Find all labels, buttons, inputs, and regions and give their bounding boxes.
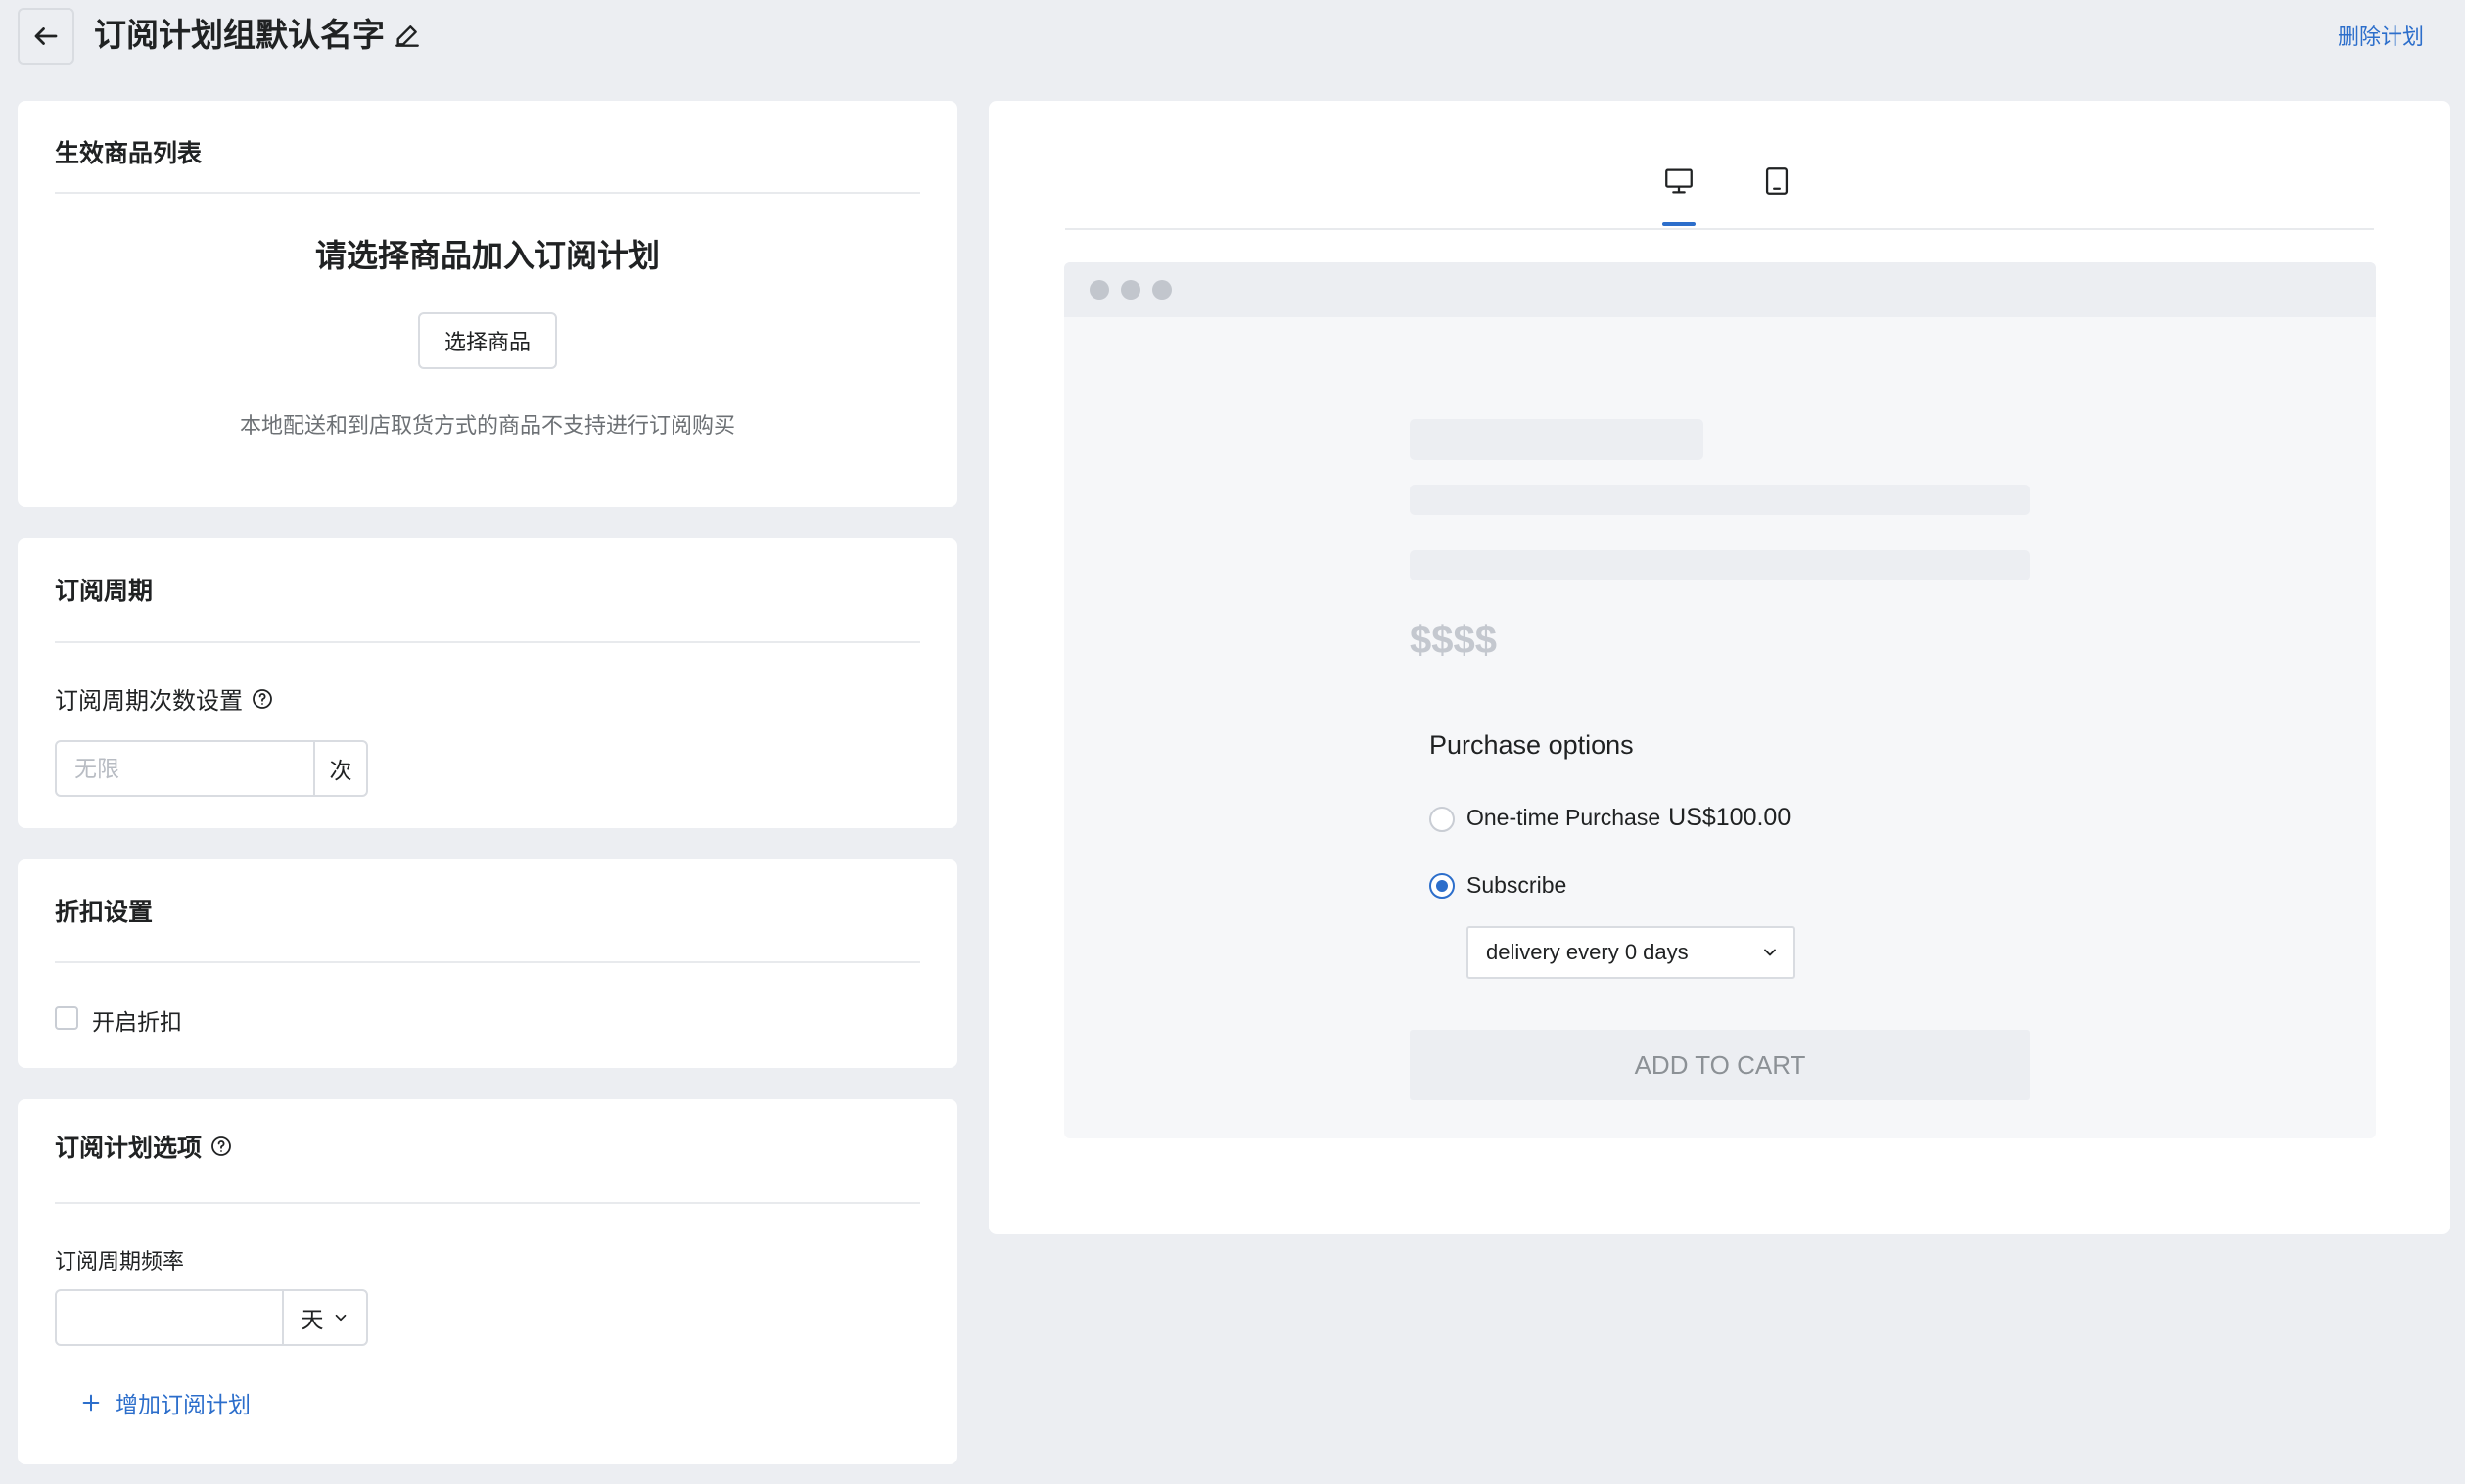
price-placeholder: $$$$ (1410, 619, 1497, 662)
cycle-count-label-text: 订阅周期次数设置 (55, 688, 243, 715)
help-icon[interactable] (209, 1135, 233, 1158)
purchase-options-title: Purchase options (1429, 730, 1634, 760)
divider (55, 192, 920, 194)
tablet-icon (1765, 167, 1789, 195)
cycle-card-title: 订阅周期 (55, 578, 154, 605)
add-plan-label: 增加订阅计划 (116, 1392, 251, 1417)
plan-options-title-text: 订阅计划选项 (55, 1135, 203, 1162)
title-skeleton (1410, 419, 1703, 460)
frequency-label: 订阅周期频率 (55, 1249, 185, 1274)
enable-discount-label[interactable]: 开启折扣 (92, 1003, 182, 1037)
enable-discount-checkbox[interactable] (55, 1006, 78, 1030)
divider (55, 1202, 920, 1204)
chevron-down-icon (1764, 949, 1776, 956)
products-card: 生效商品列表 请选择商品加入订阅计划 选择商品 本地配送和到店取货方式的商品不支… (18, 101, 957, 507)
window-dot-icon (1090, 280, 1109, 300)
empty-state-heading: 请选择商品加入订阅计划 (314, 238, 660, 273)
arrow-left-icon (34, 27, 58, 45)
one-time-option[interactable]: One-time Purchase US$100.00 (1466, 804, 1791, 832)
plan-options-card: 订阅计划选项 订阅周期频率 天 增加订阅计划 (18, 1099, 957, 1464)
subscribe-radio[interactable] (1429, 873, 1455, 899)
delete-plan-link[interactable]: 删除计划 (2338, 20, 2424, 51)
plan-options-card-title: 订阅计划选项 (55, 1129, 233, 1164)
help-icon[interactable] (251, 687, 274, 711)
tab-desktop[interactable] (1654, 164, 1703, 226)
delivery-select-value: delivery every 0 days (1486, 940, 1689, 964)
back-button[interactable] (18, 8, 74, 65)
cycle-count-field: 次 (55, 740, 368, 797)
device-tabs (1654, 164, 1801, 226)
divider (55, 641, 920, 643)
text-skeleton (1410, 550, 2030, 580)
cycle-count-unit: 次 (313, 742, 366, 795)
add-to-cart-button[interactable]: ADD TO CART (1410, 1030, 2030, 1100)
chevron-down-icon (335, 1314, 346, 1322)
device-tabs-divider (1065, 228, 2374, 230)
add-to-cart-label: ADD TO CART (1634, 1049, 1806, 1080)
window-dot-icon (1152, 280, 1172, 300)
plus-icon (82, 1394, 100, 1412)
one-time-radio[interactable] (1429, 807, 1455, 832)
tab-tablet[interactable] (1752, 164, 1801, 223)
browser-toolbar (1064, 262, 2376, 317)
divider (55, 961, 920, 963)
delivery-note: 本地配送和到店取货方式的商品不支持进行订阅购买 (239, 413, 735, 438)
edit-icon[interactable] (392, 20, 423, 51)
discount-card: 折扣设置 开启折扣 (18, 859, 957, 1068)
browser-mock (1064, 262, 2376, 1138)
cycle-count-label: 订阅周期次数设置 (55, 681, 274, 716)
window-dot-icon (1121, 280, 1140, 300)
add-plan-button[interactable]: 增加订阅计划 (80, 1386, 251, 1419)
products-card-title: 生效商品列表 (55, 140, 203, 167)
desktop-icon (1665, 168, 1693, 194)
frequency-unit-select[interactable]: 天 (282, 1291, 366, 1344)
cycle-card: 订阅周期 订阅周期次数设置 次 (18, 538, 957, 828)
page-title: 订阅计划组默认名字 (94, 17, 385, 53)
cycle-count-input[interactable] (57, 742, 313, 795)
frequency-field: 天 (55, 1289, 368, 1346)
delivery-select[interactable]: delivery every 0 days (1466, 926, 1795, 979)
subscribe-label[interactable]: Subscribe (1466, 872, 1566, 899)
text-skeleton (1410, 485, 2030, 515)
one-time-label: One-time Purchase (1466, 805, 1661, 830)
frequency-input[interactable] (57, 1291, 282, 1344)
discount-card-title: 折扣设置 (55, 899, 154, 926)
one-time-price: US$100.00 (1668, 804, 1791, 831)
select-products-button[interactable]: 选择商品 (418, 312, 557, 369)
frequency-unit-value: 天 (301, 1307, 324, 1332)
